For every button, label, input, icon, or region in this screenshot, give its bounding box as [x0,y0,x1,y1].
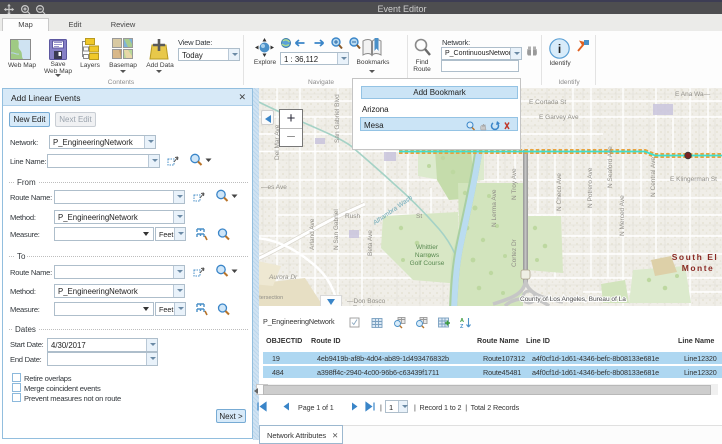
svg-text:—Don Bosco: —Don Bosco [347,298,386,305]
svg-text:Beta Ave: Beta Ave [367,230,374,256]
svg-text:E Ana Wa—: E Ana Wa— [675,91,711,98]
svg-text:N San Gabriel: N San Gabriel [333,209,340,250]
svg-text:N Checo Ave: N Checo Ave [556,173,563,211]
svg-text:N Merced Ave: N Merced Ave [619,195,626,236]
svg-text:i: i [558,42,561,56]
svg-text:Z: Z [460,324,464,329]
svg-text:Arland Ave: Arland Ave [309,218,316,250]
svg-text:N Potrero Ave: N Potrero Ave [587,167,594,208]
svg-text:Golf Course: Golf Course [410,260,445,267]
svg-text:South El: South El [672,252,718,262]
svg-text:E Garvey Ave: E Garvey Ave [539,114,579,121]
svg-text:E Cortada St: E Cortada St [529,99,566,106]
svg-text:Monte: Monte [682,263,715,273]
svg-text:Aurora Dr: Aurora Dr [268,274,298,281]
svg-text:County of Los Angeles, Bureau: County of Los Angeles, Bureau of La [520,296,626,303]
svg-text:Narrows: Narrows [415,252,440,259]
svg-text:Rush: Rush [345,213,361,220]
svg-text:San Gabriel Blvd: San Gabriel Blvd [334,94,341,143]
svg-text:N Central Ave: N Central Ave [650,157,657,197]
svg-text:N Troy Ave: N Troy Ave [511,168,518,200]
svg-text:—es Ave: —es Ave [261,184,287,191]
svg-text:intersection: intersection [255,295,283,301]
svg-text:E Klingerman St: E Klingerman St [670,176,717,183]
svg-text:N Seaford Ave: N Seaford Ave [607,146,614,188]
svg-text:Cortez Dr: Cortez Dr [511,238,518,267]
svg-text:St: St [416,213,422,220]
svg-text:Whittier: Whittier [416,244,439,251]
svg-text:N Lerma Ave: N Lerma Ave [491,189,498,227]
